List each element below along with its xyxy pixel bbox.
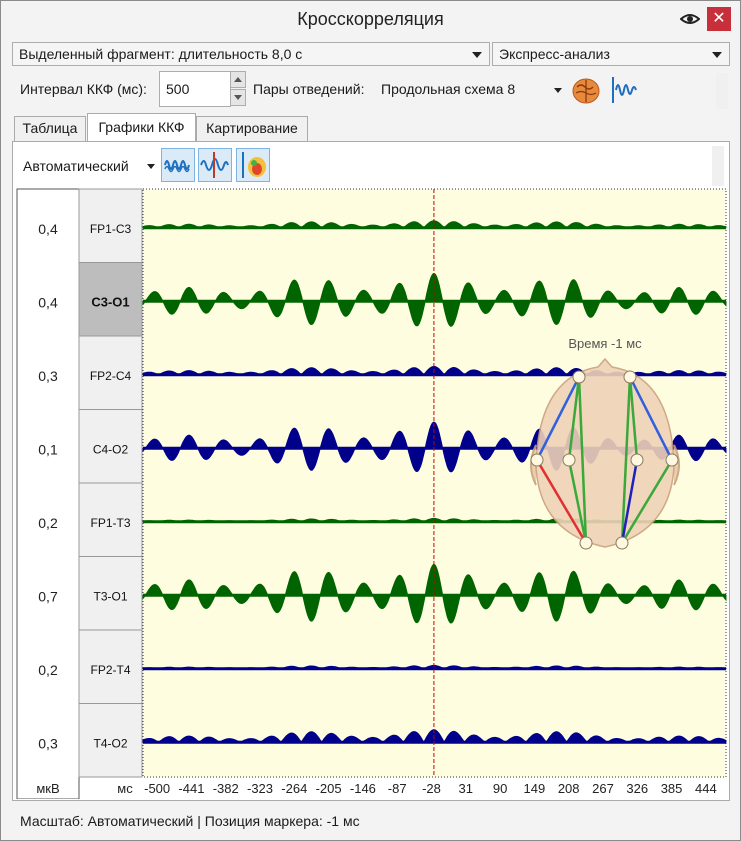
y-axis-unit: мкВ (36, 781, 59, 796)
scale-value: 0,4 (38, 221, 58, 237)
x-tick-label: -500 (144, 781, 170, 796)
x-tick-label: -87 (388, 781, 407, 796)
scale-value: 0,3 (38, 368, 58, 384)
scale-value: 0,4 (38, 294, 58, 310)
electrode-icon (665, 453, 679, 467)
series-label: T3-O1 (93, 589, 127, 603)
series-label: C4-O2 (93, 442, 129, 456)
x-tick-label: 267 (592, 781, 614, 796)
map-view-button[interactable] (236, 148, 270, 182)
cross-correlation-window: Кросскорреляция ✕ Выделенный фрагмент: д… (0, 0, 741, 841)
x-tick-label: 326 (626, 781, 648, 796)
heatmap-icon (242, 152, 266, 178)
series-label: FP1-T3 (90, 516, 130, 530)
x-tick-label: 385 (661, 781, 683, 796)
electrode-icon (623, 370, 637, 384)
marker-wave-icon (200, 152, 229, 178)
series-label: FP2-T4 (90, 663, 130, 677)
window-title: Кросскорреляция (297, 9, 444, 29)
ccf-chart[interactable]: 0,4 FP1-C3 0,4 C3-O1 0,3 FP2-C4 0,1 C4-O2 0,2 FP1… (16, 187, 727, 799)
x-tick-label: -28 (422, 781, 441, 796)
scale-select-value: Автоматический (23, 158, 129, 174)
electrode-icon (630, 453, 644, 467)
brain-icon[interactable] (571, 75, 601, 105)
toolbar-scrollbar[interactable] (716, 73, 728, 109)
x-tick-label: 208 (558, 781, 580, 796)
series-label: FP2-C4 (90, 369, 132, 383)
marker-view-button[interactable] (198, 148, 232, 182)
status-text: Масштаб: Автоматический | Позиция маркер… (20, 813, 360, 829)
electrode-icon (530, 453, 544, 467)
fragment-select-value: Выделенный фрагмент: длительность 8,0 с (19, 46, 303, 62)
electrode-icon (615, 536, 629, 550)
x-tick-label: -205 (316, 781, 342, 796)
scale-value: 0,2 (38, 515, 58, 531)
interval-stepper (230, 71, 247, 107)
x-tick-label: 90 (493, 781, 507, 796)
series-label: FP1-C3 (90, 222, 132, 236)
pairs-label: Пары отведений: (253, 81, 365, 97)
electrode-icon (572, 370, 586, 384)
x-tick-label: -264 (281, 781, 307, 796)
scale-value: 0,3 (38, 735, 58, 751)
electrode-icon (562, 453, 576, 467)
waves-icon (164, 160, 190, 173)
x-axis-unit: мс (117, 781, 133, 796)
analysis-select[interactable]: Экспресс-анализ (492, 42, 730, 66)
x-tick-label: 444 (695, 781, 717, 796)
pairs-select[interactable]: Продольная схема 8 (381, 81, 567, 101)
waves-view-button[interactable] (161, 148, 195, 182)
x-tick-label: 149 (524, 781, 546, 796)
chart-toolbar-scrollbar[interactable] (712, 146, 724, 186)
scale-column (16, 188, 80, 799)
x-tick-label: -323 (247, 781, 273, 796)
x-tick-label: -441 (178, 781, 204, 796)
x-tick-label: -146 (350, 781, 376, 796)
series-label: T4-O2 (93, 736, 127, 750)
electrode-icon (579, 536, 593, 550)
stepper-up-button[interactable] (230, 71, 246, 88)
analysis-select-value: Экспресс-анализ (499, 46, 610, 62)
head-map-time-label: Время -1 мс (568, 336, 642, 351)
scale-value: 0,7 (38, 588, 58, 604)
stepper-down-button[interactable] (230, 89, 246, 106)
chevron-down-icon (712, 52, 722, 58)
tab-mapping[interactable]: Картирование (196, 116, 308, 141)
chevron-down-icon (472, 52, 482, 58)
interval-value: 500 (166, 81, 190, 97)
series-label: C3-O1 (91, 294, 129, 309)
interval-label: Интервал ККФ (мс): (20, 81, 147, 97)
tab-ccf-graphs[interactable]: Графики ККФ (87, 113, 196, 142)
status-bar: Масштаб: Автоматический | Позиция маркер… (1, 801, 740, 839)
scale-select[interactable]: Автоматический (23, 158, 155, 176)
eye-icon[interactable] (679, 10, 701, 28)
x-tick-label: -382 (213, 781, 239, 796)
close-button[interactable]: ✕ (707, 7, 731, 31)
x-tick-label: 31 (459, 781, 473, 796)
tab-table[interactable]: Таблица (14, 116, 86, 141)
fragment-select[interactable]: Выделенный фрагмент: длительность 8,0 с (12, 42, 490, 66)
scale-value: 0,2 (38, 662, 58, 678)
waveform-icon[interactable] (607, 75, 637, 105)
title-bar: Кросскорреляция ✕ (1, 1, 740, 37)
chevron-down-icon (147, 164, 155, 169)
pairs-select-value: Продольная схема 8 (381, 81, 516, 97)
scale-value: 0,1 (38, 441, 58, 457)
interval-input[interactable]: 500 (159, 71, 231, 107)
chevron-down-icon (554, 88, 562, 93)
